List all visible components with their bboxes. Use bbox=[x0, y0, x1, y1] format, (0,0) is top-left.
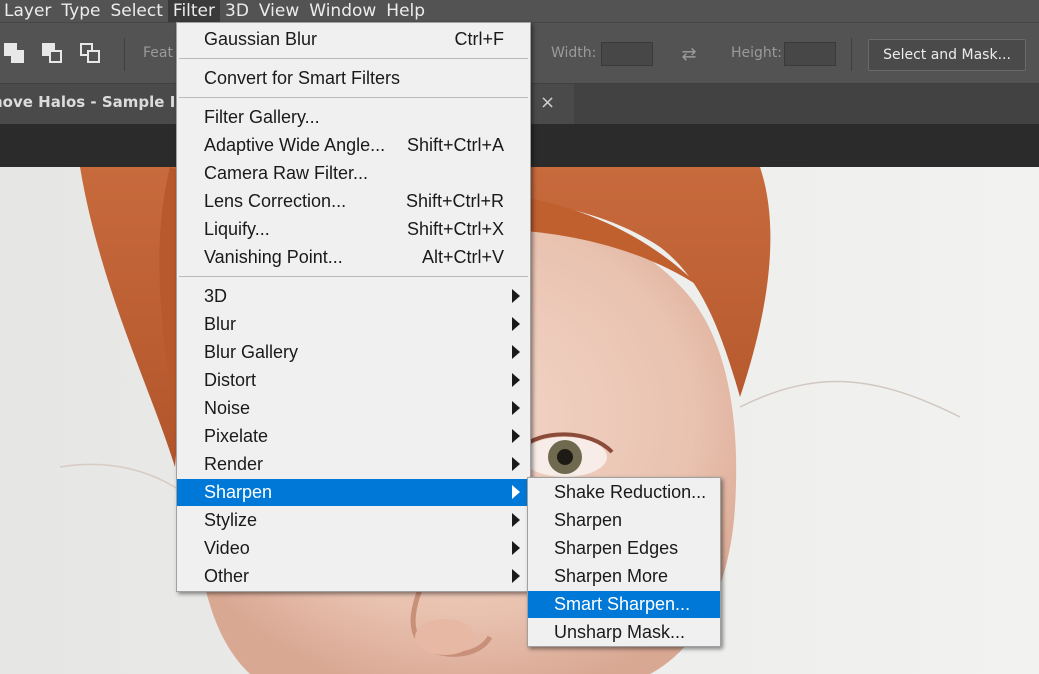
menu-item-shortcut: Shift+Ctrl+A bbox=[406, 135, 504, 155]
menu-item-label: Liquify... bbox=[204, 219, 270, 239]
submenu-arrow-icon bbox=[512, 457, 520, 471]
add-to-selection-icon[interactable] bbox=[42, 43, 64, 65]
filter-menu-item-sharpen[interactable]: Sharpen bbox=[177, 479, 530, 506]
menu-item-label: Camera Raw Filter... bbox=[204, 163, 369, 183]
menu-item-label: Adaptive Wide Angle... bbox=[204, 135, 386, 155]
submenu-arrow-icon bbox=[512, 317, 520, 331]
menu-separator bbox=[179, 276, 528, 277]
menu-item-label: Blur Gallery bbox=[204, 342, 299, 362]
filter-menu-item-blur-gallery[interactable]: Blur Gallery bbox=[177, 339, 530, 366]
menu-item-label: Noise bbox=[204, 398, 251, 418]
menu-item-label: Lens Correction... bbox=[204, 191, 347, 211]
intersect-selection-icon[interactable] bbox=[80, 43, 102, 65]
filter-menu-item-lens-correction[interactable]: Lens Correction... Shift+Ctrl+R bbox=[177, 188, 530, 215]
menu-item-label: Sharpen bbox=[554, 510, 623, 530]
menu-item-label: Shake Reduction... bbox=[554, 482, 707, 502]
sharpen-submenu-item-smart-sharpen[interactable]: Smart Sharpen... bbox=[528, 591, 720, 618]
menu-item-label: 3D bbox=[204, 286, 228, 306]
submenu-arrow-icon bbox=[512, 289, 520, 303]
menu-view[interactable]: View bbox=[254, 0, 304, 22]
menu-item-label: Video bbox=[204, 538, 250, 558]
filter-menu-item-liquify[interactable]: Liquify... Shift+Ctrl+X bbox=[177, 216, 530, 243]
menu-item-label: Sharpen Edges bbox=[554, 538, 679, 558]
menu-item-shortcut: Shift+Ctrl+R bbox=[405, 191, 504, 211]
sharpen-submenu-item-sharpen-more[interactable]: Sharpen More bbox=[528, 563, 720, 590]
menu-item-label: Render bbox=[204, 454, 264, 474]
height-label: Height: bbox=[731, 45, 782, 61]
submenu-arrow-icon bbox=[512, 541, 520, 555]
sharpen-submenu-item-shake-reduction[interactable]: Shake Reduction... bbox=[528, 479, 720, 506]
menu-item-label: Convert for Smart Filters bbox=[204, 68, 401, 88]
submenu-arrow-icon bbox=[512, 401, 520, 415]
menu-item-shortcut: Alt+Ctrl+V bbox=[421, 247, 504, 267]
filter-menu-item-camera-raw-filter[interactable]: Camera Raw Filter... bbox=[177, 160, 530, 187]
menu-bar: Layer Type Select Filter 3D View Window … bbox=[0, 0, 1039, 22]
filter-menu-item-stylize[interactable]: Stylize bbox=[177, 507, 530, 534]
submenu-arrow-icon bbox=[512, 429, 520, 443]
close-icon[interactable]: × bbox=[540, 92, 555, 113]
select-and-mask-button[interactable]: Select and Mask... bbox=[868, 39, 1026, 71]
swap-dimensions-icon[interactable]: ⇄ bbox=[678, 44, 700, 66]
options-divider bbox=[124, 38, 125, 71]
menu-filter[interactable]: Filter bbox=[167, 0, 221, 22]
filter-menu-item-3d[interactable]: 3D bbox=[177, 283, 530, 310]
filter-menu-item-filter-gallery[interactable]: Filter Gallery... bbox=[177, 104, 530, 131]
filter-menu-item-video[interactable]: Video bbox=[177, 535, 530, 562]
feather-label: Feat bbox=[143, 45, 173, 61]
submenu-arrow-icon bbox=[512, 485, 520, 499]
menu-item-label: Blur bbox=[204, 314, 237, 334]
width-field[interactable] bbox=[601, 42, 653, 66]
filter-menu-item-vanishing-point[interactable]: Vanishing Point... Alt+Ctrl+V bbox=[177, 244, 530, 271]
sharpen-submenu-item-unsharp-mask[interactable]: Unsharp Mask... bbox=[528, 619, 720, 646]
filter-menu-item-pixelate[interactable]: Pixelate bbox=[177, 423, 530, 450]
menu-help[interactable]: Help bbox=[381, 0, 430, 22]
filter-menu-item-gaussian-blur[interactable]: Gaussian Blur Ctrl+F bbox=[177, 26, 530, 53]
submenu-arrow-icon bbox=[512, 513, 520, 527]
filter-menu-item-other[interactable]: Other bbox=[177, 563, 530, 590]
menu-separator bbox=[179, 58, 528, 59]
menu-item-label: Filter Gallery... bbox=[204, 107, 320, 127]
submenu-arrow-icon bbox=[512, 569, 520, 583]
menu-layer[interactable]: Layer bbox=[0, 0, 56, 22]
filter-menu-item-adaptive-wide-angle[interactable]: Adaptive Wide Angle... Shift+Ctrl+A bbox=[177, 132, 530, 159]
height-field[interactable] bbox=[784, 42, 836, 66]
width-label: Width: bbox=[551, 45, 597, 61]
menu-item-label: Distort bbox=[204, 370, 257, 390]
filter-menu-item-noise[interactable]: Noise bbox=[177, 395, 530, 422]
menu-select[interactable]: Select bbox=[105, 0, 167, 22]
submenu-arrow-icon bbox=[512, 373, 520, 387]
filter-menu-item-render[interactable]: Render bbox=[177, 451, 530, 478]
menu-item-label: Other bbox=[204, 566, 250, 586]
document-tab-title: nove Halos - Sample Im bbox=[0, 93, 191, 111]
menu-item-shortcut: Ctrl+F bbox=[454, 29, 505, 49]
menu-3d[interactable]: 3D bbox=[220, 0, 254, 22]
filter-menu-item-convert-for-smart-filters[interactable]: Convert for Smart Filters bbox=[177, 65, 530, 92]
menu-type[interactable]: Type bbox=[56, 0, 105, 22]
menu-window[interactable]: Window bbox=[304, 0, 381, 22]
sharpen-submenu-item-sharpen[interactable]: Sharpen bbox=[528, 507, 720, 534]
new-selection-icon[interactable] bbox=[4, 43, 26, 65]
sharpen-submenu: Shake Reduction... Sharpen Sharpen Edges Sh… bbox=[527, 477, 721, 647]
menu-item-label: Sharpen bbox=[204, 482, 273, 502]
submenu-arrow-icon bbox=[512, 345, 520, 359]
menu-item-label: Vanishing Point... bbox=[204, 247, 343, 267]
menu-item-label: Gaussian Blur bbox=[204, 29, 318, 49]
menu-item-label: Sharpen More bbox=[554, 566, 669, 586]
sharpen-submenu-item-sharpen-edges[interactable]: Sharpen Edges bbox=[528, 535, 720, 562]
menu-separator bbox=[179, 97, 528, 98]
menu-item-label: Stylize bbox=[204, 510, 258, 530]
options-divider bbox=[851, 38, 852, 71]
filter-menu: Gaussian Blur Ctrl+F Convert for Smart Fil… bbox=[176, 22, 531, 592]
menu-item-shortcut: Shift+Ctrl+X bbox=[406, 219, 504, 239]
filter-menu-item-distort[interactable]: Distort bbox=[177, 367, 530, 394]
filter-menu-item-blur[interactable]: Blur bbox=[177, 311, 530, 338]
menu-item-label: Pixelate bbox=[204, 426, 269, 446]
menu-item-label: Unsharp Mask... bbox=[554, 622, 686, 642]
menu-item-label: Smart Sharpen... bbox=[554, 594, 691, 614]
